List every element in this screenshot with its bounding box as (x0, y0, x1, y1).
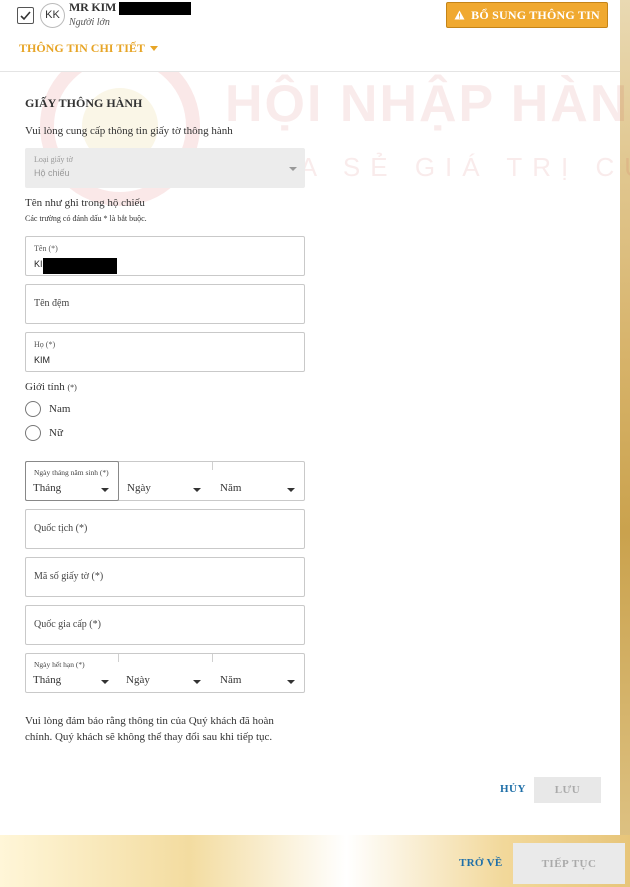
avatar: KK (40, 3, 65, 28)
document-type-select: Loại giấy tờ Hộ chiếu (25, 148, 305, 188)
last-name-label: Họ (*) (34, 340, 56, 349)
chevron-down-icon (289, 167, 297, 171)
issuing-country-field[interactable]: Quốc gia cấp (*) (25, 605, 305, 645)
first-name-field[interactable]: Tên (*) KI (25, 236, 305, 276)
passenger-header: KK MR KIM Người lớn BỔ SUNG THÔNG TIN TH… (0, 0, 620, 72)
expiry-date-group: Ngày hết hạn (*) Tháng Ngày Năm (25, 653, 305, 693)
details-toggle-label: THÔNG TIN CHI TIẾT (19, 41, 145, 55)
check-icon (20, 11, 31, 21)
cancel-button[interactable]: HỦY (500, 783, 526, 795)
last-name-value: KIM (34, 355, 51, 365)
complete-info-button[interactable]: BỔ SUNG THÔNG TIN (446, 2, 608, 28)
watermark-title: HỘI NHẬP HÀN Q (225, 75, 630, 133)
redacted-first-name (43, 258, 117, 274)
details-toggle[interactable]: THÔNG TIN CHI TIẾT (19, 41, 158, 56)
continue-button[interactable]: TIẾP TỤC (513, 843, 625, 884)
intro-text: Vui lòng cung cấp thông tin giấy tờ thôn… (25, 125, 233, 137)
expiry-label: Ngày hết hạn (*) (34, 660, 85, 669)
complete-info-label: BỔ SUNG THÔNG TIN (471, 7, 600, 22)
gender-option-male-label: Nam (49, 403, 71, 415)
gender-option-male[interactable]: Nam (25, 401, 70, 417)
chevron-down-icon (101, 488, 109, 492)
passenger-name: MR KIM (69, 0, 117, 14)
expiry-month-value: Tháng (33, 674, 62, 686)
last-name-field[interactable]: Họ (*) KIM (25, 332, 305, 372)
first-name-value: KI (34, 259, 43, 269)
radio-female[interactable] (25, 425, 41, 441)
save-button[interactable]: LƯU (534, 777, 601, 803)
document-type-label: Loại giấy tờ (34, 155, 73, 164)
chevron-down-icon (287, 488, 295, 492)
chevron-down-icon (193, 488, 201, 492)
issuing-country-placeholder: Quốc gia cấp (*) (34, 619, 101, 630)
back-button[interactable]: TRỞ VỀ (459, 857, 502, 869)
confirmation-notice: Vui lòng đảm bảo rằng thông tin của Quý … (25, 715, 274, 743)
dob-day-value: Ngày (127, 482, 151, 494)
dob-month-value: Tháng (33, 482, 62, 494)
expiry-year-value: Năm (220, 674, 242, 686)
middle-name-field[interactable]: Tên đệm (25, 284, 305, 324)
chevron-down-icon (287, 680, 295, 684)
gender-label-text: Giới tính (25, 381, 65, 393)
document-number-field[interactable]: Mã số giấy tờ (*) (25, 557, 305, 597)
date-of-birth-group: Ngày tháng năm sinh (*) Tháng Ngày Năm (25, 461, 305, 501)
chevron-down-icon (101, 680, 109, 684)
radio-male[interactable] (25, 401, 41, 417)
expiry-day-select[interactable]: Ngày (119, 654, 211, 692)
side-decoration (620, 0, 630, 887)
redacted-name (119, 2, 191, 15)
first-name-label: Tên (*) (34, 244, 58, 253)
required-note: Các trường có đánh dấu * là bắt buộc. (25, 214, 147, 223)
dob-year-select[interactable]: Năm (213, 462, 305, 500)
dob-month-select[interactable]: Ngày tháng năm sinh (*) Tháng (25, 461, 119, 501)
dob-day-select[interactable]: Ngày (120, 462, 212, 500)
middle-name-placeholder: Tên đệm (34, 298, 70, 309)
expiry-day-value: Ngày (126, 674, 150, 686)
nationality-placeholder: Quốc tịch (*) (34, 523, 88, 534)
gender-label: Giới tính (*) (25, 381, 77, 393)
warning-icon (454, 10, 465, 20)
expiry-year-select[interactable]: Năm (213, 654, 305, 692)
section-title: GIẤY THÔNG HÀNH (25, 96, 143, 110)
passenger-type: Người lớn (69, 17, 110, 28)
passenger-select-checkbox[interactable] (17, 7, 34, 24)
chevron-down-icon (193, 680, 201, 684)
nationality-field[interactable]: Quốc tịch (*) (25, 509, 305, 549)
passenger-form-card: HỘI NHẬP HÀN Q CHIA SẺ GIÁ TRỊ CUỘC KK M… (0, 0, 630, 835)
gender-option-female-label: Nữ (49, 427, 63, 439)
document-type-value: Hộ chiếu (34, 168, 70, 178)
document-number-placeholder: Mã số giấy tờ (*) (34, 571, 104, 582)
gender-option-female[interactable]: Nữ (25, 425, 63, 441)
dob-label: Ngày tháng năm sinh (*) (34, 468, 109, 477)
dob-year-value: Năm (220, 482, 242, 494)
chevron-down-icon (149, 46, 158, 51)
name-heading: Tên như ghi trong hộ chiếu (25, 197, 145, 209)
gender-required-mark: (*) (67, 383, 77, 392)
